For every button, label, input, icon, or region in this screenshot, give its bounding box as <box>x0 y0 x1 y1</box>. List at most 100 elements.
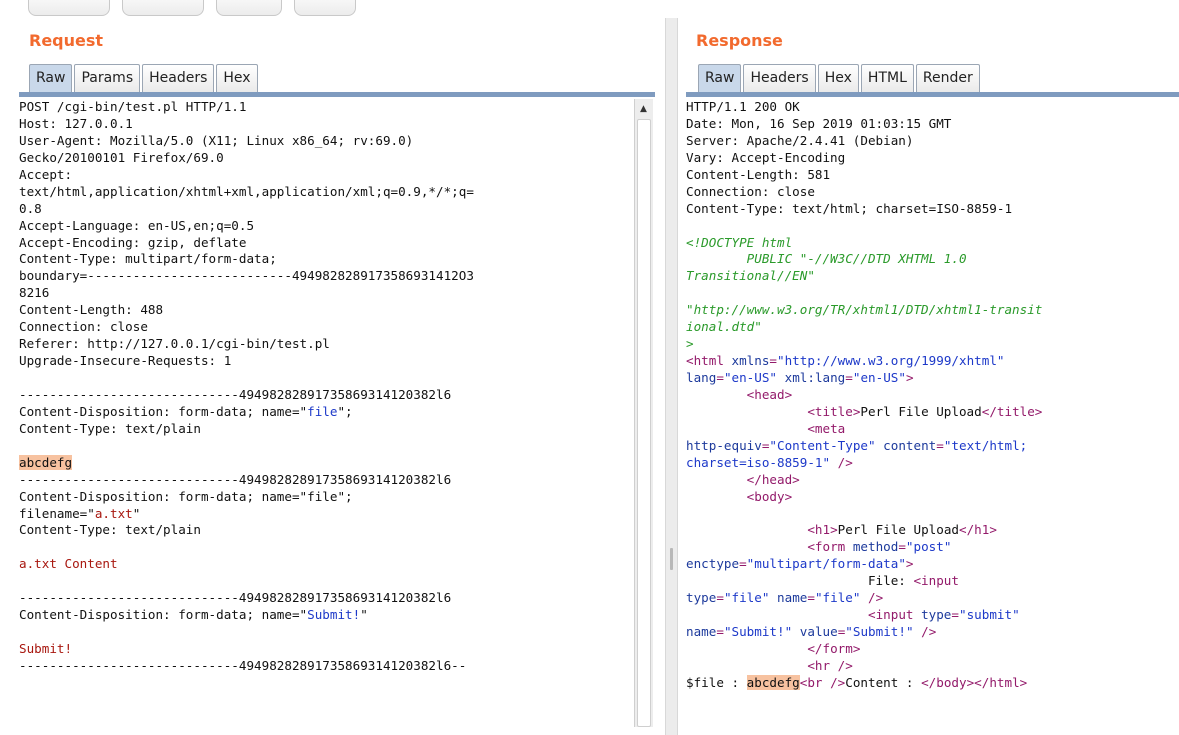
request-line: 0.8 <box>19 201 631 218</box>
request-tab-hex[interactable]: Hex <box>216 64 258 92</box>
response-line-text: HTTP/1.1 200 OK <box>686 99 800 114</box>
request-line <box>19 624 631 641</box>
response-line-text: value <box>799 624 838 640</box>
response-line-text: <html <box>686 353 732 369</box>
request-line-text: a.txt Content <box>19 556 118 572</box>
request-line: Accept-Encoding: gzip, deflate <box>19 235 631 252</box>
request-line: -----------------------------49498282891… <box>19 387 631 404</box>
response-line: <body> <box>686 489 1176 506</box>
scrollbar-thumb[interactable] <box>637 119 651 727</box>
response-line-text: > <box>905 370 914 385</box>
response-line: <meta <box>686 421 1176 438</box>
response-line-text: xml:lang <box>784 370 846 385</box>
response-tab-underline <box>686 92 1179 97</box>
request-line-text: Content-Length: 488 <box>19 302 164 318</box>
response-line: PUBLIC "-//W3C//DTD XHTML 1.0 <box>686 251 1176 268</box>
response-line-text: = <box>739 556 747 572</box>
response-line: Vary: Accept-Encoding <box>686 150 1176 167</box>
request-line-text: POST /cgi-bin/test.pl HTTP/1.1 <box>19 99 247 114</box>
response-line: File: <input <box>686 573 1176 590</box>
response-line: type="file" name="file" /> <box>686 590 1176 607</box>
response-line-text: <body> <box>746 488 793 504</box>
request-line: boundary=---------------------------4949… <box>19 268 631 285</box>
response-line-text <box>686 472 747 487</box>
response-line: Transitional//EN" <box>686 268 1176 285</box>
request-line: abcdefg <box>19 454 631 472</box>
response-line-text: Vary: Accept-Encoding <box>686 149 846 165</box>
response-line-text <box>686 607 868 622</box>
request-scrollbar[interactable]: ▲ <box>634 99 653 727</box>
response-line: charset=iso-8859-1" /> <box>686 455 1176 472</box>
response-title: Response <box>696 31 783 50</box>
response-line-text <box>686 658 807 673</box>
request-line-text: text/html,application/xhtml+xml,applicat… <box>19 183 474 199</box>
request-line-text: -----------------------------49498282891… <box>19 386 452 402</box>
response-line-text: = <box>769 353 778 369</box>
response-line-text <box>686 489 747 504</box>
response-line-text: <meta <box>807 420 846 436</box>
pane-splitter[interactable] <box>665 18 678 735</box>
response-line-text: enctype <box>686 556 740 572</box>
request-line: Content-Disposition: form-data; name="Su… <box>19 607 631 624</box>
request-line-text: Submit! <box>307 607 361 623</box>
request-line-text: Content-Disposition: form-data; name=" <box>19 607 308 623</box>
response-line-text <box>769 590 777 605</box>
request-line-text: User-Agent: Mozilla/5.0 (X11; Linux x86_… <box>19 132 414 148</box>
response-line-text: Transitional//EN" <box>686 268 815 284</box>
response-line: Content-Type: text/html; charset=ISO-885… <box>686 201 1176 218</box>
response-tab-hex[interactable]: Hex <box>817 64 859 92</box>
response-tab-headers[interactable]: Headers <box>743 64 816 92</box>
response-line-text: name <box>777 590 808 606</box>
response-line-text: Content-Length: 581 <box>686 166 831 182</box>
response-line-text: = <box>716 624 724 640</box>
response-line-text: = <box>845 370 853 385</box>
request-line-text: Content-Type: text/plain <box>19 522 201 538</box>
request-tab-raw[interactable]: Raw <box>29 64 73 92</box>
request-tabs: Raw Params Headers Hex <box>29 64 260 92</box>
request-line-text: 0.8 <box>19 200 42 216</box>
request-line-text: "; <box>337 403 353 419</box>
response-line-text: Date: Mon, 16 Sep 2019 01:03:15 GMT <box>686 115 952 131</box>
response-tab-render[interactable]: Render <box>915 64 980 92</box>
response-line-text: <title> <box>807 403 861 419</box>
response-line-text: name <box>686 624 717 640</box>
response-line-text: </title> <box>981 403 1043 419</box>
response-line-text: type <box>921 607 952 623</box>
request-line: a.txt Content <box>19 556 631 573</box>
response-line: <html xmlns="http://www.w3.org/1999/xhtm… <box>686 353 1176 370</box>
response-raw-editor[interactable]: HTTP/1.1 200 OK Date: Mon, 16 Sep 2019 01… <box>686 99 1176 727</box>
request-line-text: Submit! <box>19 641 73 656</box>
response-line-text: "multipart/form-data" <box>746 556 906 572</box>
request-line-text: abcdefg <box>19 454 73 470</box>
response-line-text: </body></html> <box>921 674 1028 690</box>
request-tab-headers[interactable]: Headers <box>142 64 215 92</box>
response-tab-html[interactable]: HTML <box>860 64 914 92</box>
response-line-text: xmlns <box>731 353 770 369</box>
response-tab-raw[interactable]: Raw <box>698 64 742 92</box>
request-line: POST /cgi-bin/test.pl HTTP/1.1 <box>19 99 631 116</box>
request-raw-editor[interactable]: POST /cgi-bin/test.pl HTTP/1.1 Host: 127.… <box>19 99 631 727</box>
response-line-text: <h1> <box>807 522 838 538</box>
response-line-text: /> <box>913 624 937 640</box>
response-line-text: charset=iso-8859-1" <box>686 454 831 470</box>
response-line: <!DOCTYPE html <box>686 235 1176 252</box>
request-tab-params[interactable]: Params <box>74 64 141 92</box>
request-line: Referer: http://127.0.0.1/cgi-bin/test.p… <box>19 336 631 353</box>
response-pane: Response Raw Headers Hex HTML Render HTT… <box>678 0 1179 735</box>
request-line-text: Accept-Language: en-US,en;q=0.5 <box>19 217 255 233</box>
scroll-up-arrow-icon[interactable]: ▲ <box>640 105 647 114</box>
request-line-text: boundary=---------------------------4949… <box>19 268 474 284</box>
request-line: -----------------------------49498282891… <box>19 590 631 607</box>
response-line-text: <!DOCTYPE html <box>686 234 793 250</box>
request-line: -----------------------------49498282891… <box>19 658 631 675</box>
response-line-text: File: <box>686 573 914 589</box>
response-line-text: lang <box>686 370 717 385</box>
request-line-text: -----------------------------49498282891… <box>19 590 452 606</box>
response-line-text: Content-Type: text/html; charset=ISO-885… <box>686 200 1013 216</box>
request-line: Connection: close <box>19 319 631 336</box>
response-line: <h1>Perl File Upload</h1> <box>686 522 1176 539</box>
response-line-text <box>686 539 807 554</box>
splitter-grip-icon[interactable] <box>670 548 673 570</box>
request-line-text: Accept: <box>19 166 73 182</box>
request-line: Content-Type: text/plain <box>19 522 631 539</box>
